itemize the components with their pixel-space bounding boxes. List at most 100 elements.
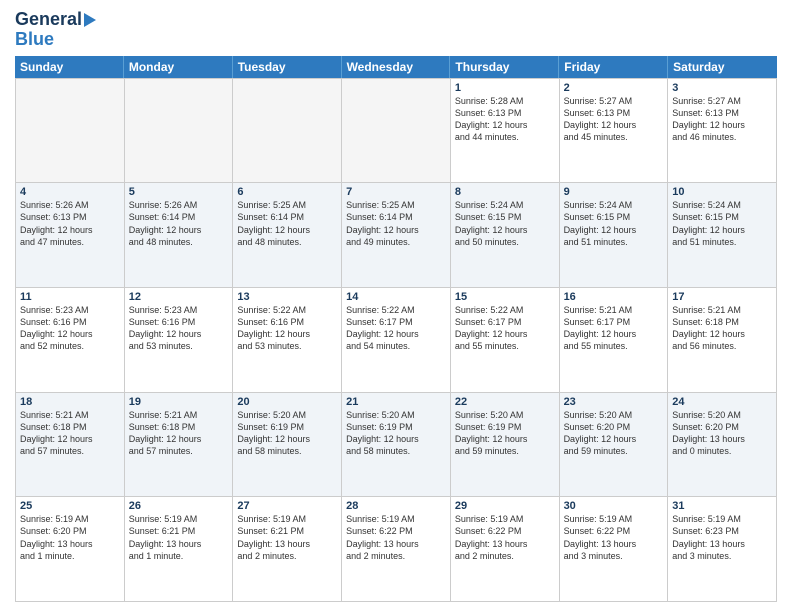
calendar-day-17: 17Sunrise: 5:21 AM Sunset: 6:18 PM Dayli… (668, 288, 777, 393)
calendar-row-5: 25Sunrise: 5:19 AM Sunset: 6:20 PM Dayli… (16, 497, 777, 602)
calendar-day-27: 27Sunrise: 5:19 AM Sunset: 6:21 PM Dayli… (233, 497, 342, 602)
calendar-row-4: 18Sunrise: 5:21 AM Sunset: 6:18 PM Dayli… (16, 393, 777, 498)
day-number: 10 (672, 186, 772, 198)
calendar-day-empty-0-0 (16, 79, 125, 184)
day-info: Sunrise: 5:24 AM Sunset: 6:15 PM Dayligh… (455, 199, 555, 248)
calendar-day-6: 6Sunrise: 5:25 AM Sunset: 6:14 PM Daylig… (233, 183, 342, 288)
logo-general: General (15, 10, 82, 30)
day-number: 6 (237, 186, 337, 198)
day-info: Sunrise: 5:25 AM Sunset: 6:14 PM Dayligh… (346, 199, 446, 248)
calendar-row-3: 11Sunrise: 5:23 AM Sunset: 6:16 PM Dayli… (16, 288, 777, 393)
day-number: 19 (129, 396, 229, 408)
calendar-day-23: 23Sunrise: 5:20 AM Sunset: 6:20 PM Dayli… (560, 393, 669, 498)
calendar: SundayMondayTuesdayWednesdayThursdayFrid… (15, 56, 777, 602)
calendar-day-12: 12Sunrise: 5:23 AM Sunset: 6:16 PM Dayli… (125, 288, 234, 393)
day-info: Sunrise: 5:26 AM Sunset: 6:14 PM Dayligh… (129, 199, 229, 248)
day-info: Sunrise: 5:23 AM Sunset: 6:16 PM Dayligh… (129, 304, 229, 353)
day-info: Sunrise: 5:22 AM Sunset: 6:17 PM Dayligh… (346, 304, 446, 353)
day-info: Sunrise: 5:21 AM Sunset: 6:17 PM Dayligh… (564, 304, 664, 353)
day-info: Sunrise: 5:24 AM Sunset: 6:15 PM Dayligh… (672, 199, 772, 248)
day-number: 22 (455, 396, 555, 408)
header-day-tuesday: Tuesday (233, 56, 342, 78)
calendar-day-22: 22Sunrise: 5:20 AM Sunset: 6:19 PM Dayli… (451, 393, 560, 498)
calendar-day-4: 4Sunrise: 5:26 AM Sunset: 6:13 PM Daylig… (16, 183, 125, 288)
day-info: Sunrise: 5:19 AM Sunset: 6:22 PM Dayligh… (455, 513, 555, 562)
header-day-thursday: Thursday (450, 56, 559, 78)
day-number: 31 (672, 500, 772, 512)
calendar-day-31: 31Sunrise: 5:19 AM Sunset: 6:23 PM Dayli… (668, 497, 777, 602)
day-number: 17 (672, 291, 772, 303)
calendar-day-15: 15Sunrise: 5:22 AM Sunset: 6:17 PM Dayli… (451, 288, 560, 393)
day-info: Sunrise: 5:27 AM Sunset: 6:13 PM Dayligh… (564, 95, 664, 144)
calendar-row-1: 1Sunrise: 5:28 AM Sunset: 6:13 PM Daylig… (16, 79, 777, 184)
calendar-day-14: 14Sunrise: 5:22 AM Sunset: 6:17 PM Dayli… (342, 288, 451, 393)
day-info: Sunrise: 5:19 AM Sunset: 6:20 PM Dayligh… (20, 513, 120, 562)
calendar-day-18: 18Sunrise: 5:21 AM Sunset: 6:18 PM Dayli… (16, 393, 125, 498)
calendar-day-19: 19Sunrise: 5:21 AM Sunset: 6:18 PM Dayli… (125, 393, 234, 498)
day-info: Sunrise: 5:19 AM Sunset: 6:22 PM Dayligh… (564, 513, 664, 562)
day-number: 12 (129, 291, 229, 303)
day-info: Sunrise: 5:20 AM Sunset: 6:19 PM Dayligh… (346, 409, 446, 458)
day-info: Sunrise: 5:25 AM Sunset: 6:14 PM Dayligh… (237, 199, 337, 248)
day-number: 7 (346, 186, 446, 198)
day-number: 26 (129, 500, 229, 512)
day-number: 23 (564, 396, 664, 408)
day-info: Sunrise: 5:20 AM Sunset: 6:20 PM Dayligh… (672, 409, 772, 458)
day-number: 3 (672, 82, 772, 94)
calendar-day-20: 20Sunrise: 5:20 AM Sunset: 6:19 PM Dayli… (233, 393, 342, 498)
day-number: 5 (129, 186, 229, 198)
calendar-day-10: 10Sunrise: 5:24 AM Sunset: 6:15 PM Dayli… (668, 183, 777, 288)
day-number: 8 (455, 186, 555, 198)
day-number: 20 (237, 396, 337, 408)
day-info: Sunrise: 5:21 AM Sunset: 6:18 PM Dayligh… (672, 304, 772, 353)
calendar-day-empty-0-2 (233, 79, 342, 184)
day-number: 11 (20, 291, 120, 303)
header-day-friday: Friday (559, 56, 668, 78)
day-number: 24 (672, 396, 772, 408)
calendar-day-empty-0-3 (342, 79, 451, 184)
calendar-day-8: 8Sunrise: 5:24 AM Sunset: 6:15 PM Daylig… (451, 183, 560, 288)
calendar-day-1: 1Sunrise: 5:28 AM Sunset: 6:13 PM Daylig… (451, 79, 560, 184)
header-day-saturday: Saturday (668, 56, 777, 78)
calendar-day-28: 28Sunrise: 5:19 AM Sunset: 6:22 PM Dayli… (342, 497, 451, 602)
day-info: Sunrise: 5:23 AM Sunset: 6:16 PM Dayligh… (20, 304, 120, 353)
day-number: 28 (346, 500, 446, 512)
day-number: 30 (564, 500, 664, 512)
day-info: Sunrise: 5:19 AM Sunset: 6:22 PM Dayligh… (346, 513, 446, 562)
calendar-row-2: 4Sunrise: 5:26 AM Sunset: 6:13 PM Daylig… (16, 183, 777, 288)
logo-arrow-icon (84, 13, 96, 27)
day-number: 1 (455, 82, 555, 94)
day-info: Sunrise: 5:21 AM Sunset: 6:18 PM Dayligh… (129, 409, 229, 458)
day-info: Sunrise: 5:19 AM Sunset: 6:21 PM Dayligh… (237, 513, 337, 562)
header-day-wednesday: Wednesday (342, 56, 451, 78)
day-info: Sunrise: 5:20 AM Sunset: 6:19 PM Dayligh… (237, 409, 337, 458)
day-info: Sunrise: 5:22 AM Sunset: 6:17 PM Dayligh… (455, 304, 555, 353)
day-number: 16 (564, 291, 664, 303)
calendar-day-9: 9Sunrise: 5:24 AM Sunset: 6:15 PM Daylig… (560, 183, 669, 288)
day-number: 2 (564, 82, 664, 94)
day-info: Sunrise: 5:19 AM Sunset: 6:23 PM Dayligh… (672, 513, 772, 562)
calendar-day-29: 29Sunrise: 5:19 AM Sunset: 6:22 PM Dayli… (451, 497, 560, 602)
calendar-day-26: 26Sunrise: 5:19 AM Sunset: 6:21 PM Dayli… (125, 497, 234, 602)
day-info: Sunrise: 5:26 AM Sunset: 6:13 PM Dayligh… (20, 199, 120, 248)
day-number: 9 (564, 186, 664, 198)
logo-blue: Blue (15, 30, 54, 50)
day-info: Sunrise: 5:20 AM Sunset: 6:20 PM Dayligh… (564, 409, 664, 458)
calendar-day-21: 21Sunrise: 5:20 AM Sunset: 6:19 PM Dayli… (342, 393, 451, 498)
calendar-day-24: 24Sunrise: 5:20 AM Sunset: 6:20 PM Dayli… (668, 393, 777, 498)
day-number: 14 (346, 291, 446, 303)
calendar-body: 1Sunrise: 5:28 AM Sunset: 6:13 PM Daylig… (15, 78, 777, 602)
header-day-sunday: Sunday (15, 56, 124, 78)
day-number: 29 (455, 500, 555, 512)
calendar-day-16: 16Sunrise: 5:21 AM Sunset: 6:17 PM Dayli… (560, 288, 669, 393)
calendar-day-30: 30Sunrise: 5:19 AM Sunset: 6:22 PM Dayli… (560, 497, 669, 602)
calendar-day-3: 3Sunrise: 5:27 AM Sunset: 6:13 PM Daylig… (668, 79, 777, 184)
day-info: Sunrise: 5:21 AM Sunset: 6:18 PM Dayligh… (20, 409, 120, 458)
page: General Blue SundayMondayTuesdayWednesda… (0, 0, 792, 612)
day-info: Sunrise: 5:24 AM Sunset: 6:15 PM Dayligh… (564, 199, 664, 248)
calendar-day-2: 2Sunrise: 5:27 AM Sunset: 6:13 PM Daylig… (560, 79, 669, 184)
day-number: 27 (237, 500, 337, 512)
day-number: 13 (237, 291, 337, 303)
day-number: 25 (20, 500, 120, 512)
calendar-day-11: 11Sunrise: 5:23 AM Sunset: 6:16 PM Dayli… (16, 288, 125, 393)
